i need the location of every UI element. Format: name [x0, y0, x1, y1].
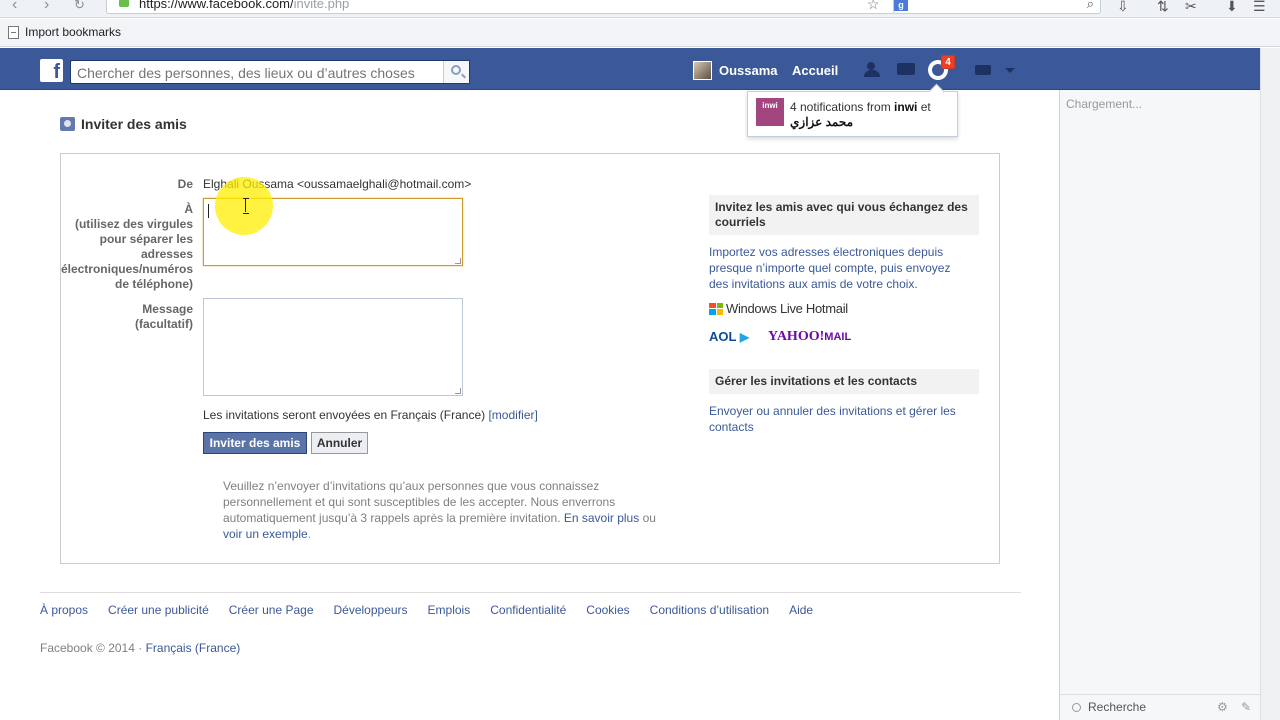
footer-divider	[40, 592, 1021, 593]
google-icon[interactable]: g	[894, 0, 908, 11]
search-icon	[1072, 703, 1081, 712]
yahoo-import-link[interactable]: YAHOO!MAIL	[768, 329, 851, 345]
chat-loading-text: Chargement...	[1066, 97, 1143, 111]
sync-icon[interactable]: ⇅	[1157, 0, 1169, 15]
import-contacts-description: Importez vos adresses électroniques depu…	[709, 245, 951, 291]
browser-toolbar: ‹ › ↻ https://www.facebook.com/invite.ph…	[0, 0, 1280, 18]
resize-handle[interactable]	[455, 388, 461, 394]
friend-requests-icon[interactable]	[864, 62, 886, 78]
aol-arrow-icon: ▶	[739, 330, 750, 344]
aol-import-link[interactable]: AOL ▶	[709, 329, 749, 344]
chat-sidebar: Chargement... Recherche ⚙ ✎	[1059, 90, 1280, 720]
footer-links: À propos Créer une publicité Créer une P…	[40, 603, 813, 617]
footer-link-careers[interactable]: Emplois	[428, 603, 471, 617]
browser-search-box[interactable]: g ⌕	[893, 0, 1101, 14]
account-menu-caret-icon[interactable]	[1005, 68, 1015, 73]
language-notice: Les invitations seront envoyées en Franç…	[203, 408, 538, 422]
page-scrollbar[interactable]	[1260, 48, 1280, 720]
secure-lock-icon	[119, 0, 129, 7]
page-title: Inviter des amis	[60, 116, 187, 132]
reload-icon[interactable]: ↻	[74, 0, 85, 11]
chat-search-label[interactable]: Recherche	[1088, 700, 1146, 714]
footer-link-privacy[interactable]: Confidentialité	[490, 603, 566, 617]
facebook-logo-icon[interactable]: f	[40, 59, 63, 83]
footer-copyright: Facebook © 2014 · Français (France)	[40, 641, 241, 655]
download-icon[interactable]: ⇩	[1117, 0, 1129, 15]
fb-search-input[interactable]	[77, 65, 437, 81]
addon-icon[interactable]: ✂	[1185, 0, 1197, 15]
notification-text[interactable]: 4 notifications from inwi et محمد عزازي	[790, 100, 950, 130]
search-icon	[451, 65, 461, 75]
bookmarks-bar: Import bookmarks	[0, 19, 1280, 47]
notification-popup[interactable]: inwi 4 notifications from inwi et محمد ع…	[747, 91, 958, 137]
invite-friends-button[interactable]: Inviter des amis	[203, 432, 307, 454]
forward-icon[interactable]: ›	[44, 0, 49, 13]
search-icon[interactable]: ⌕	[1087, 0, 1094, 12]
inwi-thumbnail: inwi	[756, 98, 784, 126]
pocket-icon[interactable]: ⬇	[1226, 0, 1238, 15]
message-field[interactable]	[203, 298, 463, 396]
from-label: De	[177, 177, 193, 191]
import-contacts-heading: Invitez les amis avec qui vous échangez …	[709, 195, 979, 235]
home-link[interactable]: Accueil	[792, 63, 838, 78]
text-cursor-icon	[243, 198, 249, 214]
url-text[interactable]: https://www.facebook.com/invite.php	[139, 0, 349, 11]
modify-language-link[interactable]: [modifier]	[488, 408, 537, 422]
cancel-button[interactable]: Annuler	[311, 432, 368, 454]
invite-disclaimer: Veuillez n’envoyer d’invitations qu’aux …	[223, 479, 656, 541]
footer-language-link[interactable]: Français (France)	[146, 641, 241, 655]
resize-handle[interactable]	[455, 258, 461, 264]
menu-icon[interactable]: ☰	[1253, 0, 1266, 15]
footer-link-create-ad[interactable]: Créer une publicité	[108, 603, 209, 617]
to-label: À (utilisez des virgules pour séparer le…	[60, 202, 193, 291]
chat-search-bar[interactable]: Recherche ⚙ ✎	[1060, 694, 1260, 720]
notification-count-badge: 4	[941, 55, 955, 69]
footer-link-developers[interactable]: Développeurs	[334, 603, 408, 617]
learn-more-link[interactable]: En savoir plus	[564, 511, 639, 525]
gear-icon[interactable]: ⚙	[1217, 700, 1228, 714]
fb-search-box	[70, 60, 470, 84]
hotmail-import-link[interactable]: Windows Live Hotmail	[709, 301, 848, 316]
message-label: Message (facultatif)	[135, 302, 193, 331]
back-icon[interactable]: ‹	[12, 0, 17, 13]
invite-friends-icon	[60, 117, 75, 131]
footer-link-cookies[interactable]: Cookies	[586, 603, 629, 617]
see-example-link[interactable]: voir un exemple	[223, 527, 308, 541]
new-message-icon[interactable]: ✎	[1241, 700, 1251, 714]
manage-invites-heading: Gérer les invitations et les contacts	[709, 369, 979, 394]
profile-link[interactable]: Oussama	[693, 61, 778, 80]
footer-link-about[interactable]: À propos	[40, 603, 88, 617]
text-caret	[208, 204, 209, 218]
footer-link-create-page[interactable]: Créer une Page	[229, 603, 314, 617]
page-icon	[8, 25, 19, 39]
windows-flag-icon	[709, 302, 723, 315]
message-textarea[interactable]	[204, 299, 462, 395]
footer-link-help[interactable]: Aide	[789, 603, 813, 617]
bookmark-star-icon[interactable]: ☆	[867, 0, 880, 13]
facebook-header: f Oussama Accueil 4	[0, 48, 1280, 90]
footer-link-terms[interactable]: Conditions d’utilisation	[650, 603, 769, 617]
manage-invites-link[interactable]: Envoyer ou annuler des invitations et gé…	[709, 403, 979, 435]
address-bar[interactable]: https://www.facebook.com/invite.php ☆	[106, 0, 896, 14]
fb-search-button[interactable]	[443, 61, 469, 83]
avatar	[693, 61, 712, 80]
messages-icon[interactable]	[897, 62, 919, 78]
privacy-shortcuts-icon[interactable]	[975, 62, 997, 78]
import-bookmarks-link[interactable]: Import bookmarks	[8, 25, 121, 39]
